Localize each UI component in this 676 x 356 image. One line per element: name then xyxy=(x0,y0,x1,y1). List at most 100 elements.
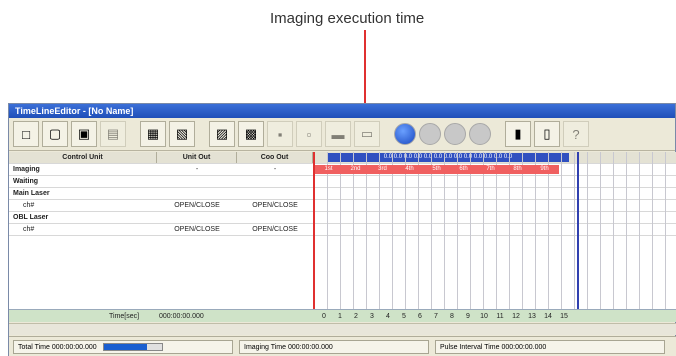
timeline-column-line xyxy=(431,152,432,309)
stop-icon[interactable] xyxy=(419,123,441,145)
timeline-column-line xyxy=(353,152,354,309)
row-coo-out xyxy=(237,188,313,199)
row-label: ch# xyxy=(23,226,35,233)
timeline-column-line xyxy=(600,152,601,309)
cursor-line[interactable] xyxy=(577,152,579,322)
header-unit-out[interactable]: Unit Out xyxy=(157,152,237,163)
row-coo-out xyxy=(237,176,313,187)
time-scale-number: 3 xyxy=(370,313,374,320)
timeline-column-line xyxy=(340,152,341,309)
status-bar: Total Time 000:00:00.000 Imaging Time 00… xyxy=(9,336,676,356)
table-row[interactable]: ch# OPEN/CLOSE OPEN/CLOSE xyxy=(9,224,676,236)
timeline-column-line xyxy=(496,152,497,309)
pause-icon[interactable] xyxy=(444,123,466,145)
status-imaging-value: 000:00:00.000 xyxy=(287,344,333,351)
callout-arrow-top xyxy=(364,30,366,108)
stage: Imaging execution time TimeLineEditor - … xyxy=(0,0,676,356)
chart-icon[interactable]: ▧ xyxy=(169,121,195,147)
status-total-value: 000:00:00.000 xyxy=(51,344,97,351)
timeline-column-line xyxy=(639,152,640,309)
step-icon[interactable] xyxy=(469,123,491,145)
time-scale-number: 1 xyxy=(338,313,342,320)
timeline-column-line xyxy=(327,152,328,309)
table-row[interactable]: ch# OPEN/CLOSE OPEN/CLOSE xyxy=(9,200,676,212)
timeline-column-line xyxy=(366,152,367,309)
table-row[interactable]: Waiting xyxy=(9,176,676,188)
row-unit-out xyxy=(157,212,237,223)
status-imaging-label: Imaging Time xyxy=(244,344,287,351)
row-coo-out: OPEN/CLOSE xyxy=(252,226,298,233)
row-label: Main Laser xyxy=(13,190,50,197)
save-as-icon[interactable]: ▤ xyxy=(100,121,126,147)
timeline-column-line xyxy=(535,152,536,309)
row-label: OBL Laser xyxy=(13,214,49,221)
timeline-column-line xyxy=(418,152,419,309)
time-scale-number: 9 xyxy=(466,313,470,320)
timeline-column-line xyxy=(444,152,445,309)
time-scale-number: 5 xyxy=(402,313,406,320)
export-icon[interactable]: ▩ xyxy=(238,121,264,147)
row-label: Imaging xyxy=(13,166,40,173)
timeline-grid: Control Unit Unit Out Coo Out 0.0 0.0 0.… xyxy=(9,152,676,322)
row-label: ch# xyxy=(23,202,35,209)
timeline-column-line xyxy=(561,152,562,309)
delete-icon[interactable]: ▭ xyxy=(354,121,380,147)
camera-icon[interactable]: ▯ xyxy=(534,121,560,147)
imaging-tick-label: 9th xyxy=(540,166,549,172)
horizontal-scrollbar[interactable] xyxy=(9,323,676,335)
timeline-column-line xyxy=(470,152,471,309)
grid-header-row: Control Unit Unit Out Coo Out 0.0 0.0 0.… xyxy=(9,152,676,164)
time-scale-number: 2 xyxy=(354,313,358,320)
timeline-column-line xyxy=(509,152,510,309)
time-scale-number: 4 xyxy=(386,313,390,320)
imaging-tick-label: 4th xyxy=(405,166,414,172)
status-pulse-value: 000:00:00.000 xyxy=(501,344,547,351)
time-scale-number: 14 xyxy=(544,313,552,320)
run-icon[interactable] xyxy=(394,123,416,145)
status-pulse-label: Pulse Interval Time xyxy=(440,344,500,351)
timeline-column-line xyxy=(652,152,653,309)
row-unit-out: OPEN/CLOSE xyxy=(174,226,220,233)
timeline-column-line xyxy=(587,152,588,309)
image-icon[interactable]: ▨ xyxy=(209,121,235,147)
timeline-column-line xyxy=(613,152,614,309)
timeline-column-line xyxy=(626,152,627,309)
header-control-unit[interactable]: Control Unit xyxy=(9,152,157,163)
timeline-column-line xyxy=(548,152,549,309)
total-progress-bar xyxy=(102,343,163,352)
new-icon[interactable]: □ xyxy=(13,121,39,147)
time-scale-number: 0 xyxy=(322,313,326,320)
grid-icon[interactable]: ▦ xyxy=(140,121,166,147)
imaging-tick-label: 7th xyxy=(486,166,495,172)
timeline-column-line xyxy=(457,152,458,309)
window-title: TimeLineEditor - [No Name] xyxy=(9,104,675,118)
row-coo-out xyxy=(237,212,313,223)
header-coo-out[interactable]: Coo Out xyxy=(237,152,313,163)
imaging-bar[interactable]: 1st 2nd 3rd 4th 5th 6th 7th 8th 9th xyxy=(315,165,559,174)
save-icon[interactable]: ▣ xyxy=(71,121,97,147)
row-unit-out xyxy=(157,188,237,199)
time-value: 000:00:00.000 xyxy=(159,313,204,320)
time-scale-number: 10 xyxy=(480,313,488,320)
paste-icon[interactable]: ▫ xyxy=(296,121,322,147)
timeline-column-line xyxy=(574,152,575,309)
time-scale-number: 12 xyxy=(512,313,520,320)
imaging-tick-label: 2nd xyxy=(350,166,361,172)
status-imaging-pane: Imaging Time 000:00:00.000 xyxy=(239,340,429,354)
timeline-column-line xyxy=(405,152,406,309)
row-unit-out xyxy=(157,176,237,187)
settings-icon[interactable]: ▬ xyxy=(325,121,351,147)
monitor-icon[interactable]: ▮ xyxy=(505,121,531,147)
open-icon[interactable]: ▢ xyxy=(42,121,68,147)
table-row[interactable]: Main Laser xyxy=(9,188,676,200)
timeline-editor-window: TimeLineEditor - [No Name] □ ▢ ▣ ▤ ▦ ▧ ▨… xyxy=(8,103,676,356)
table-row[interactable]: OBL Laser xyxy=(9,212,676,224)
row-coo-out: - xyxy=(273,166,277,173)
callout-imaging-execution-time: Imaging execution time xyxy=(270,10,425,27)
copy-icon[interactable]: ▪ xyxy=(267,121,293,147)
timeline-header: 0.0 0.0 0.0 0.0 0.0 0.0 0.0 0.0 0.0 0.0 … xyxy=(327,153,569,162)
toolbar: □ ▢ ▣ ▤ ▦ ▧ ▨ ▩ ▪ ▫ ▬ ▭ ▮ ▯ ? xyxy=(9,118,675,151)
timeline-column-line xyxy=(665,152,666,309)
help-icon[interactable]: ? xyxy=(563,121,589,147)
imaging-tick-label: 6th xyxy=(459,166,468,172)
